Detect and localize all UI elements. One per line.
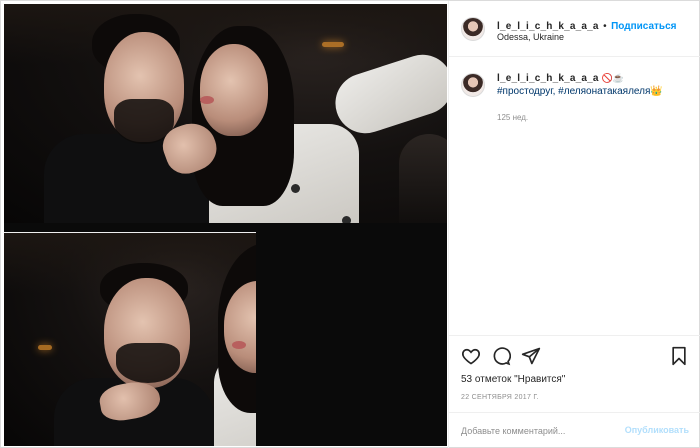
post-date: 22 СЕНТЯБРЯ 2017 Г. — [461, 394, 539, 401]
caption-time: 125 нед. — [497, 113, 529, 122]
photo-top — [4, 4, 447, 223]
caption-header: l_e_l_i_c_h_k_a_a_a 🚫☕ — [497, 73, 624, 84]
caption-hashtags[interactable]: #простодруг, #леляонатакаялеля👑 — [497, 86, 663, 97]
post-sidebar: l_e_l_i_c_h_k_a_a_a • Подписаться Odessa… — [448, 1, 700, 448]
post-header: l_e_l_i_c_h_k_a_a_a • Подписаться Odessa… — [449, 1, 700, 57]
post-frame: l_e_l_i_c_h_k_a_a_a • Подписаться Odessa… — [0, 0, 700, 448]
location-link[interactable]: Odessa, Ukraine — [497, 32, 564, 42]
comment-form: Опубликовать — [449, 412, 700, 448]
heart-icon[interactable] — [461, 346, 481, 366]
avatar[interactable] — [461, 17, 485, 41]
comment-icon[interactable] — [491, 346, 512, 366]
caption-emoji: 🚫☕ — [601, 73, 624, 83]
comment-input[interactable] — [461, 423, 631, 439]
likes-count[interactable]: 53 отметок "Нравится" — [461, 374, 565, 385]
photo-bottom — [4, 232, 256, 446]
post-image[interactable] — [4, 4, 447, 446]
separator-dot: • — [603, 21, 607, 32]
caption-username[interactable]: l_e_l_i_c_h_k_a_a_a — [497, 73, 599, 84]
post-actions: 53 отметок "Нравится" 22 СЕНТЯБРЯ 2017 Г… — [449, 335, 700, 448]
share-icon[interactable] — [521, 346, 541, 366]
caption-avatar[interactable] — [461, 73, 485, 97]
publish-button[interactable]: Опубликовать — [625, 425, 689, 435]
username-link[interactable]: l_e_l_i_c_h_k_a_a_a — [497, 21, 599, 32]
bookmark-icon[interactable] — [669, 346, 689, 366]
follow-button[interactable]: Подписаться — [611, 21, 676, 32]
